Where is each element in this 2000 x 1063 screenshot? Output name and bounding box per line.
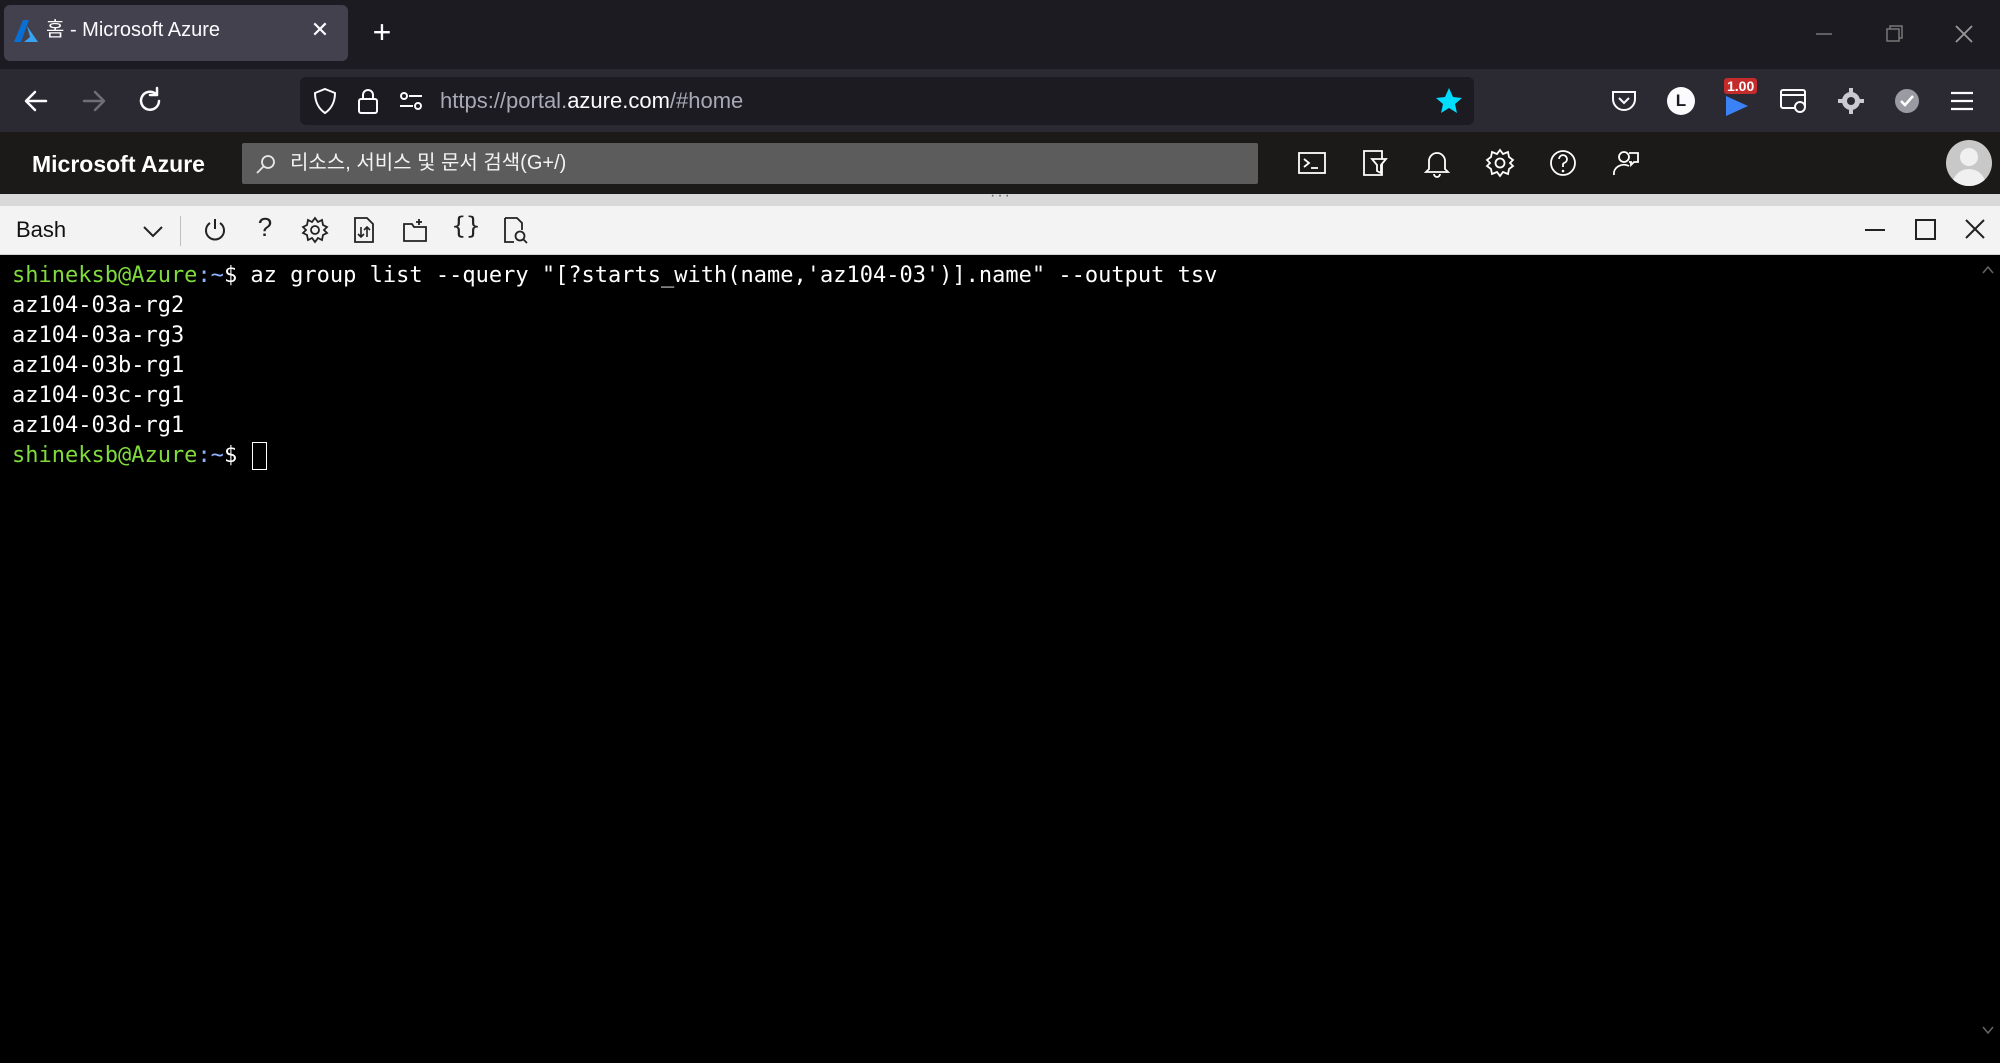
web-preview-icon[interactable] — [500, 215, 530, 245]
tab-close-icon[interactable]: ✕ — [308, 18, 332, 42]
output-line: az104-03a-rg3 — [12, 323, 185, 348]
output-line: az104-03b-rg1 — [12, 353, 185, 378]
azure-logo-icon — [14, 20, 38, 42]
speed-badge: 1.00 — [1724, 78, 1758, 94]
window-close-icon[interactable] — [1948, 20, 1980, 48]
output-line: az104-03a-rg2 — [12, 293, 185, 318]
terminal-cursor — [252, 442, 268, 470]
menu-icon[interactable] — [1948, 88, 1976, 114]
reload-icon[interactable] — [132, 83, 168, 119]
minimize-icon[interactable] — [1860, 216, 1890, 244]
forward-arrow-icon[interactable] — [76, 83, 112, 119]
settings-icon[interactable] — [300, 215, 330, 245]
url-suffix: /#home — [669, 88, 744, 113]
help-icon[interactable] — [1547, 147, 1579, 179]
notifications-icon[interactable] — [1421, 147, 1453, 179]
terminal-scrollbar[interactable] — [1976, 255, 2000, 1063]
scroll-down-arrow-icon[interactable] — [1980, 1022, 1996, 1038]
bookmark-star-icon[interactable] — [1434, 86, 1464, 116]
settings-icon[interactable] — [1484, 147, 1516, 179]
lock-icon[interactable] — [356, 87, 380, 115]
search-placeholder: 리소스, 서비스 및 문서 검색(G+/) — [290, 152, 567, 174]
azure-brand[interactable]: Microsoft Azure — [32, 150, 205, 178]
prompt-symbol: $ — [223, 263, 238, 288]
scroll-up-arrow-icon[interactable] — [1980, 262, 1996, 278]
url-domain: azure.com — [567, 88, 670, 113]
url-text[interactable]: https://portal.azure.com/#home — [440, 87, 743, 115]
terminal-command-line: shineksb@Azure:~$ az group list --query … — [12, 261, 1217, 291]
window-restore-icon[interactable] — [1878, 20, 1910, 48]
prompt-symbol: $ — [223, 443, 238, 468]
new-tab-button[interactable]: + — [366, 16, 398, 48]
feedback-icon[interactable] — [1609, 147, 1641, 179]
back-arrow-icon[interactable] — [18, 83, 54, 119]
check-extension-icon[interactable] — [1892, 86, 1922, 116]
output-line: az104-03d-rg1 — [12, 413, 185, 438]
prompt-user: shineksb@Azure — [12, 443, 198, 468]
pocket-icon[interactable] — [1609, 86, 1639, 116]
screen-capture-icon[interactable] — [1778, 86, 1810, 116]
output-line: az104-03c-rg1 — [12, 383, 185, 408]
open-new-session-icon[interactable] — [400, 215, 430, 245]
search-icon — [256, 155, 275, 174]
prompt-path: :~ — [197, 263, 224, 288]
restart-icon[interactable] — [200, 215, 230, 245]
window-minimize-icon[interactable] — [1808, 20, 1840, 48]
prompt-path: :~ — [197, 443, 224, 468]
directory-filter-icon[interactable] — [1358, 147, 1390, 179]
chevron-down-icon[interactable] — [140, 219, 166, 243]
toolbar-divider — [180, 216, 181, 246]
command-text: az group list --query "[?starts_with(nam… — [237, 263, 1218, 288]
resize-grip-icon[interactable]: ··· — [990, 188, 1012, 204]
profile-L-icon[interactable]: L — [1667, 87, 1695, 115]
url-prefix: https://portal. — [440, 88, 568, 113]
terminal-prompt-line: shineksb@Azure:~$ — [12, 441, 268, 471]
help-icon[interactable]: ? — [253, 212, 277, 242]
user-silhouette-icon — [1952, 148, 1986, 186]
shell-type-select[interactable]: Bash — [16, 216, 66, 244]
upload-download-icon[interactable] — [349, 215, 379, 245]
tab-title: 홈 - Microsoft Azure — [46, 19, 220, 41]
user-avatar[interactable] — [1946, 140, 1992, 186]
settings-extension-icon[interactable] — [1836, 86, 1866, 116]
prompt-user: shineksb@Azure — [12, 263, 198, 288]
close-icon[interactable] — [1960, 216, 1990, 244]
maximize-icon[interactable] — [1910, 216, 1940, 244]
tracking-shield-icon[interactable] — [312, 87, 338, 115]
cloud-shell-icon[interactable] — [1296, 147, 1328, 179]
permissions-icon[interactable] — [398, 89, 424, 113]
editor-braces-icon[interactable]: {} — [450, 212, 482, 242]
terminal[interactable]: shineksb@Azure:~$ az group list --query … — [0, 255, 1976, 1063]
